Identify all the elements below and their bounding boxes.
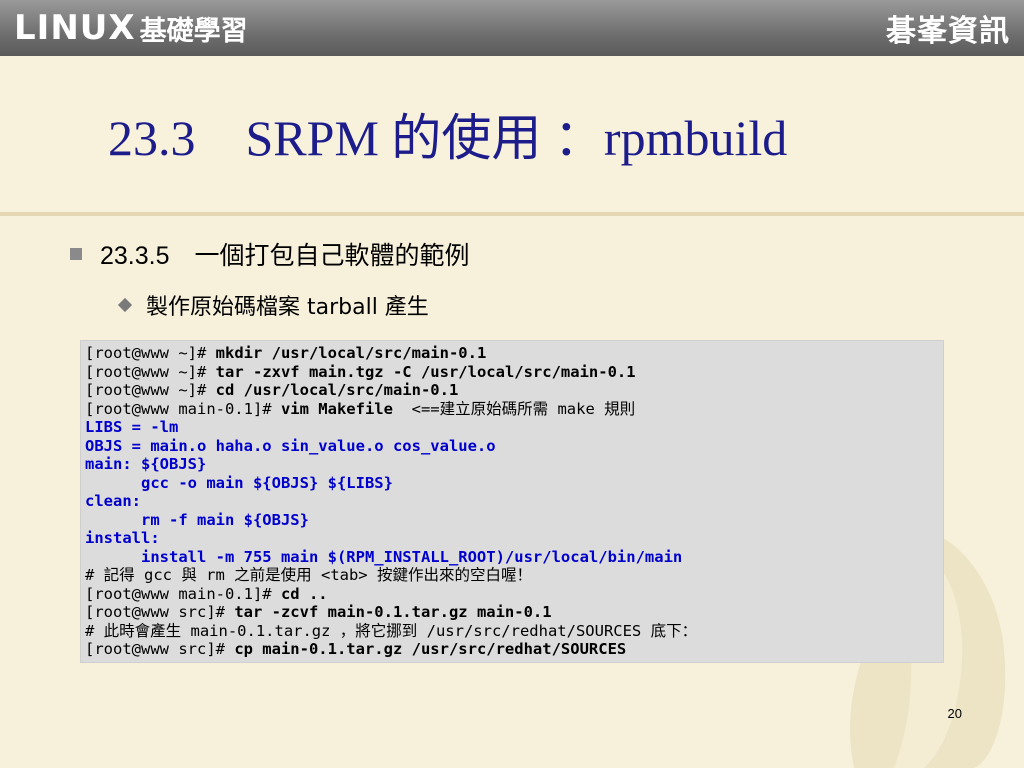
header-bar: LINUX 基礎學習 碁峯資訊 — [0, 0, 1024, 56]
code-line: [root@www main-0.1]# cd .. — [85, 585, 943, 604]
logo-linux-text: LINUX — [14, 8, 136, 48]
slide-title: 23.3 SRPM 的使用 ：rpmbuild — [108, 110, 788, 166]
makefile-text: install -m 755 main $(RPM_INSTALL_ROOT)/… — [85, 547, 683, 566]
title-divider — [0, 212, 1024, 216]
page-number: 20 — [947, 706, 962, 721]
code-line: # 記得 gcc 與 rm 之前是使用 <tab> 按鍵作出來的空白喔！ — [85, 566, 943, 585]
code-line: [root@www ~]# mkdir /usr/local/src/main-… — [85, 344, 943, 363]
shell-command: tar -zxvf main.tgz -C /usr/local/src/mai… — [215, 362, 636, 381]
makefile-text: gcc -o main ${OBJS} ${LIBS} — [85, 473, 393, 492]
code-line: rm -f main ${OBJS} — [85, 511, 943, 530]
code-line: main: ${OBJS} — [85, 455, 943, 474]
shell-command: mkdir /usr/local/src/main-0.1 — [215, 344, 487, 362]
makefile-text: main: ${OBJS} — [85, 455, 207, 473]
code-comment: # 此時會產生 main-0.1.tar.gz ，將它挪到 /usr/src/r… — [85, 621, 698, 640]
makefile-text: rm -f main ${OBJS} — [85, 510, 309, 529]
diamond-bullet-icon — [117, 297, 133, 313]
code-line: [root@www main-0.1]# vim Makefile <==建立原… — [85, 400, 943, 419]
shell-command: tar -zcvf main-0.1.tar.gz main-0.1 — [234, 603, 552, 621]
code-line: [root@www src]# tar -zcvf main-0.1.tar.g… — [85, 603, 943, 622]
shell-command: cd /usr/local/src/main-0.1 — [215, 381, 459, 399]
code-comment: # 記得 gcc 與 rm 之前是使用 <tab> 按鍵作出來的空白喔！ — [85, 566, 532, 584]
makefile-text: clean: — [85, 492, 141, 510]
shell-command: vim Makefile — [280, 399, 393, 418]
code-note: <==建立原始碼所需 make 規則 — [392, 399, 636, 418]
bullet-level1: 23.3.5 一個打包自己軟體的範例 — [70, 236, 470, 272]
bullet-level2: 製作原始碼檔案 tarball 產生 — [117, 289, 429, 321]
code-line: LIBS = -lm — [85, 418, 943, 437]
code-line: # 此時會產生 main-0.1.tar.gz ，將它挪到 /usr/src/r… — [85, 622, 943, 641]
shell-command: cp main-0.1.tar.gz /usr/src/redhat/SOURC… — [234, 640, 627, 658]
shell-command: cd .. — [280, 584, 328, 603]
shell-prompt: [root@www ~]# — [85, 344, 216, 362]
publisher-logo: 碁峯資訊 — [886, 14, 1010, 49]
code-line: [root@www ~]# tar -zxvf main.tgz -C /usr… — [85, 363, 943, 382]
linux-logo: LINUX 基礎學習 — [14, 6, 248, 50]
code-line: install -m 755 main $(RPM_INSTALL_ROOT)/… — [85, 548, 943, 567]
code-line: OBJS = main.o haha.o sin_value.o cos_val… — [85, 437, 943, 456]
shell-prompt: [root@www main-0.1]# — [85, 584, 281, 603]
code-line: install: — [85, 529, 943, 548]
shell-prompt: [root@www src]# — [85, 640, 235, 658]
code-block: [root@www ~]# mkdir /usr/local/src/main-… — [80, 340, 944, 663]
makefile-text: LIBS = -lm — [85, 418, 179, 436]
bullet-level2-text: 製作原始碼檔案 tarball 產生 — [146, 295, 429, 320]
shell-prompt: [root@www main-0.1]# — [85, 399, 281, 418]
bullet-level1-text: 23.3.5 一個打包自己軟體的範例 — [100, 242, 470, 270]
makefile-text: OBJS = main.o haha.o sin_value.o cos_val… — [85, 436, 496, 455]
square-bullet-icon — [70, 248, 82, 260]
shell-prompt: [root@www src]# — [85, 603, 235, 621]
code-line: gcc -o main ${OBJS} ${LIBS} — [85, 474, 943, 493]
code-line: clean: — [85, 492, 943, 511]
shell-prompt: [root@www ~]# — [85, 362, 216, 381]
makefile-text: install: — [85, 529, 160, 547]
code-line: [root@www src]# cp main-0.1.tar.gz /usr/… — [85, 640, 943, 659]
shell-prompt: [root@www ~]# — [85, 381, 216, 399]
logo-subtitle: 基礎學習 — [139, 15, 248, 47]
code-line: [root@www ~]# cd /usr/local/src/main-0.1 — [85, 381, 943, 400]
